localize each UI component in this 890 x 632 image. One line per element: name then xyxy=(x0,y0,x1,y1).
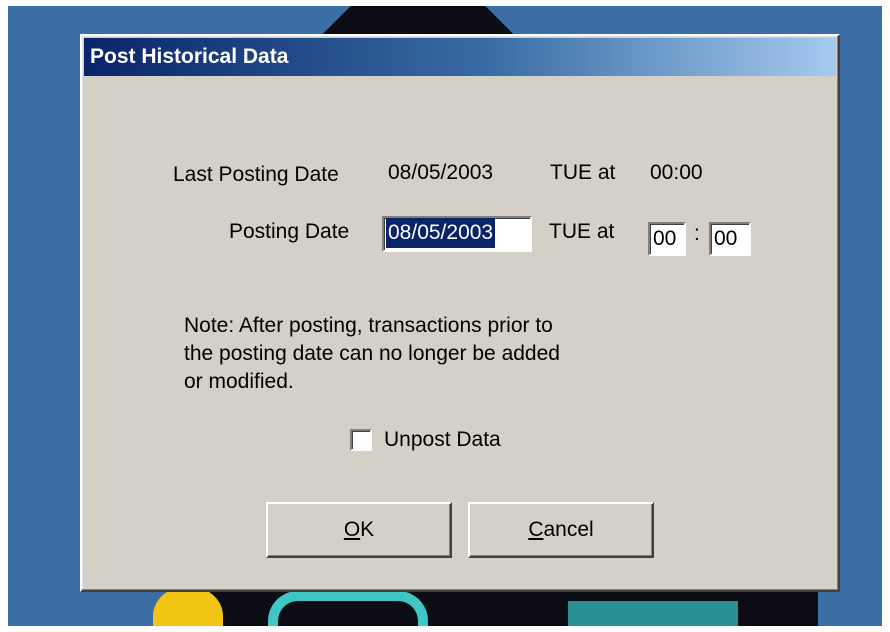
last-posting-time-value: 00:00 xyxy=(650,161,703,184)
posting-date-selected-text: 08/05/2003 xyxy=(386,218,496,248)
posting-date-input[interactable]: 08/05/2003 xyxy=(382,216,532,252)
dialog-title-bar[interactable]: Post Historical Data xyxy=(84,38,836,76)
wallpaper-shape xyxy=(268,591,428,626)
posting-note: Note: After posting, transactions prior … xyxy=(184,312,560,396)
posting-day-label: TUE at xyxy=(549,220,615,243)
unpost-data-checkbox[interactable] xyxy=(350,429,372,451)
ok-label-rest: K xyxy=(360,518,375,541)
note-line: or modified. xyxy=(184,370,294,393)
last-posting-day-label: TUE at xyxy=(550,161,616,184)
posting-minute-input[interactable]: 00 xyxy=(709,222,751,256)
last-posting-date-value: 08/05/2003 xyxy=(388,161,494,184)
cancel-label-rest: ancel xyxy=(543,518,594,541)
unpost-data-label[interactable]: Unpost Data xyxy=(384,428,501,452)
cancel-accelerator: C xyxy=(528,518,544,541)
ok-accelerator: O xyxy=(343,518,361,541)
cancel-button[interactable]: Cancel xyxy=(468,502,654,558)
note-line: the posting date can no longer be added xyxy=(184,342,560,365)
time-separator: : xyxy=(694,222,700,245)
ok-button[interactable]: OK xyxy=(266,502,452,558)
posting-hour-value: 00 xyxy=(653,227,677,250)
last-posting-date-label: Last Posting Date xyxy=(173,163,339,186)
posting-date-label: Posting Date xyxy=(229,220,350,243)
posting-minute-value: 00 xyxy=(714,227,738,250)
note-line: Note: After posting, transactions prior … xyxy=(184,314,553,337)
dialog-title: Post Historical Data xyxy=(90,45,289,68)
posting-hour-input[interactable]: 00 xyxy=(648,222,686,256)
post-historical-data-dialog: Post Historical Data Last Posting Date 0… xyxy=(80,34,840,592)
wallpaper-shape xyxy=(568,601,738,626)
